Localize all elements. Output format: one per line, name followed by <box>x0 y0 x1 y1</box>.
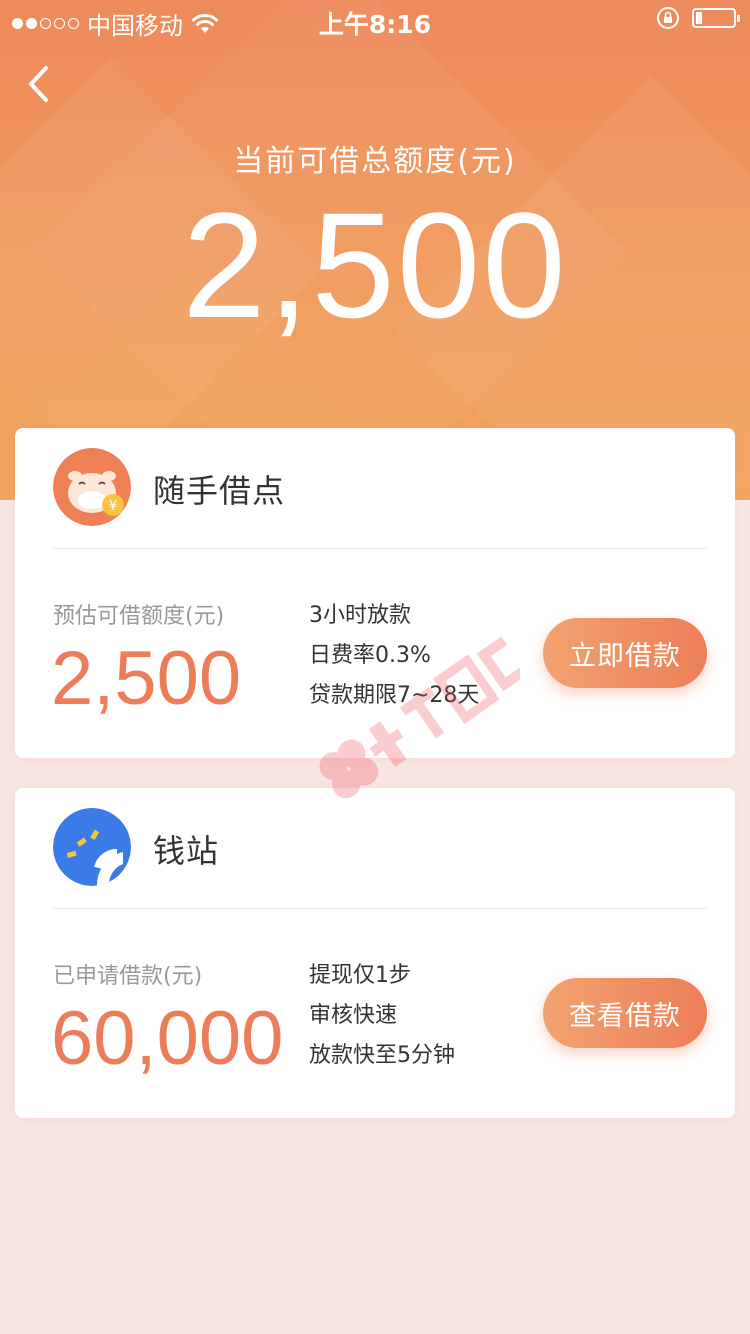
card-divider <box>53 548 707 549</box>
total-credit-amount: 2,500 <box>182 181 568 349</box>
status-bar: 中国移动 上午8:16 <box>0 0 750 40</box>
card-title: 随手借点 <box>153 472 286 510</box>
total-credit-title: 当前可借总额度(元) <box>233 144 517 179</box>
status-right <box>656 6 740 30</box>
feature-item: 日费率0.3% <box>309 643 431 668</box>
page: 中国移动 上午8:16 当前可借总额度(元) 2,500 ¥ 随手借点 预估可借… <box>0 0 750 1334</box>
amount-label: 已申请借款(元) <box>53 964 203 989</box>
battery-icon <box>692 8 740 28</box>
svg-text:¥: ¥ <box>109 499 117 514</box>
card-divider <box>53 908 707 909</box>
loan-card-qianzhan[interactable]: 钱站 已申请借款(元) 60,000 提现仅1步 审核快速 放款快至5分钟 查看… <box>15 788 735 1118</box>
loan-card-suishoujiedian[interactable]: ¥ 随手借点 预估可借额度(元) 2,500 3小时放款 日费率0.3% 贷款期… <box>15 428 735 758</box>
card-header: 钱站 <box>15 788 735 908</box>
amount-label: 预估可借额度(元) <box>53 604 225 629</box>
feature-item: 放款快至5分钟 <box>309 1043 455 1068</box>
feature-list: 3小时放款 日费率0.3% 贷款期限7~28天 <box>309 596 479 716</box>
card-header: ¥ 随手借点 <box>15 428 735 548</box>
feature-item: 审核快速 <box>309 1003 398 1028</box>
feature-item: 提现仅1步 <box>309 963 411 988</box>
feature-item: 3小时放款 <box>309 603 411 628</box>
feature-list: 提现仅1步 审核快速 放款快至5分钟 <box>309 956 455 1076</box>
feature-item: 贷款期限7~28天 <box>309 683 480 708</box>
amount-value: 2,500 <box>51 636 242 721</box>
suishoujiedian-logo-icon: ¥ <box>53 448 131 526</box>
qianzhan-logo-icon <box>53 808 131 886</box>
rotation-lock-icon <box>657 7 679 29</box>
view-loan-button[interactable]: 查看借款 <box>543 978 707 1048</box>
borrow-now-button[interactable]: 立即借款 <box>543 618 707 688</box>
card-title: 钱站 <box>153 832 220 870</box>
back-icon <box>29 66 48 102</box>
back-button[interactable] <box>22 62 66 106</box>
status-time: 上午8:16 <box>318 10 432 39</box>
amount-value: 60,000 <box>51 996 284 1081</box>
